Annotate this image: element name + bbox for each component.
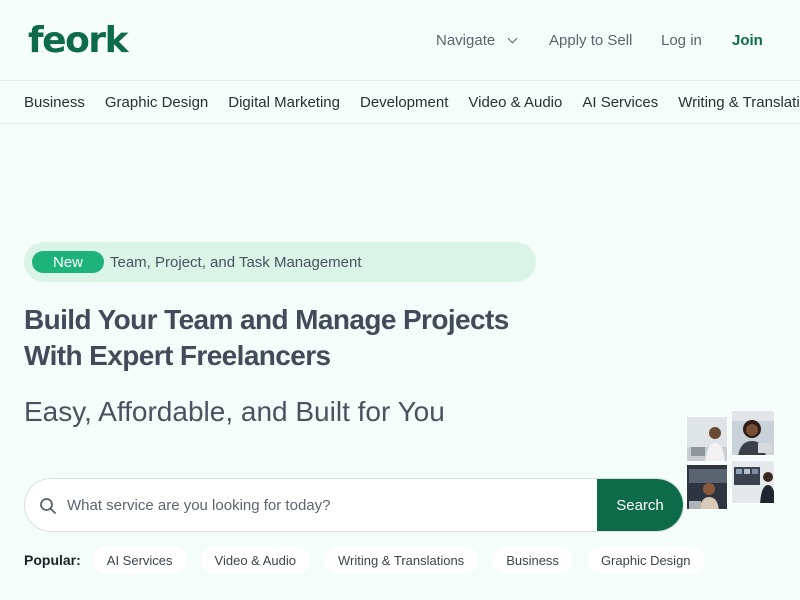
feork-logo[interactable]: feork [28, 20, 129, 61]
navigate-label: Navigate [436, 31, 496, 49]
freelancer-photo-collage [686, 410, 776, 510]
popular-searches: Popular: AI Services Video & Audio Writi… [24, 546, 719, 574]
popular-chip-video-audio[interactable]: Video & Audio [200, 546, 310, 574]
category-writing-translation[interactable]: Writing & Translation [678, 94, 800, 111]
popular-chip-graphic-design[interactable]: Graphic Design [586, 546, 705, 574]
category-video-audio[interactable]: Video & Audio [468, 94, 562, 111]
navigate-dropdown[interactable]: Navigate [436, 28, 518, 52]
category-development[interactable]: Development [360, 94, 448, 111]
category-business[interactable]: Business [24, 94, 85, 111]
login-link[interactable]: Log in [661, 28, 702, 52]
freelancer-photo-4 [731, 460, 775, 504]
hero-headline: Build Your Team and Manage Projects With… [24, 302, 584, 374]
popular-chip-business[interactable]: Business [492, 546, 573, 574]
category-list: Business Graphic Design Digital Marketin… [24, 81, 800, 123]
headline-line-1: Build Your Team and Manage Projects [24, 304, 509, 335]
service-search-bar: Search [24, 478, 684, 532]
new-pill: New [32, 251, 104, 273]
category-bar: Business Graphic Design Digital Marketin… [0, 80, 800, 124]
hero-subheadline: Easy, Affordable, and Built for You [24, 396, 445, 427]
site-header: feork Navigate Apply to Sell Log in Join [0, 0, 800, 80]
popular-chip-writing-translations[interactable]: Writing & Translations [323, 546, 479, 574]
freelancer-photo-2 [731, 410, 775, 456]
popular-chip-ai-services[interactable]: AI Services [92, 546, 187, 574]
search-button[interactable]: Search [597, 479, 683, 531]
headline-line-2: With Expert Freelancers [24, 340, 331, 371]
category-digital-marketing[interactable]: Digital Marketing [228, 94, 340, 111]
join-link[interactable]: Join [732, 28, 763, 52]
apply-to-sell-link[interactable]: Apply to Sell [549, 28, 632, 52]
category-graphic-design[interactable]: Graphic Design [105, 94, 208, 111]
category-ai-services[interactable]: AI Services [582, 94, 658, 111]
search-input[interactable] [65, 479, 595, 531]
freelancer-photo-1 [686, 416, 728, 462]
popular-label: Popular: [24, 552, 81, 568]
search-icon [40, 498, 56, 514]
announcement-text: Team, Project, and Task Management [110, 253, 362, 271]
chevron-down-icon [507, 33, 518, 43]
announcement-badge[interactable]: New Team, Project, and Task Management [24, 242, 536, 282]
freelancer-photo-3 [686, 464, 728, 510]
